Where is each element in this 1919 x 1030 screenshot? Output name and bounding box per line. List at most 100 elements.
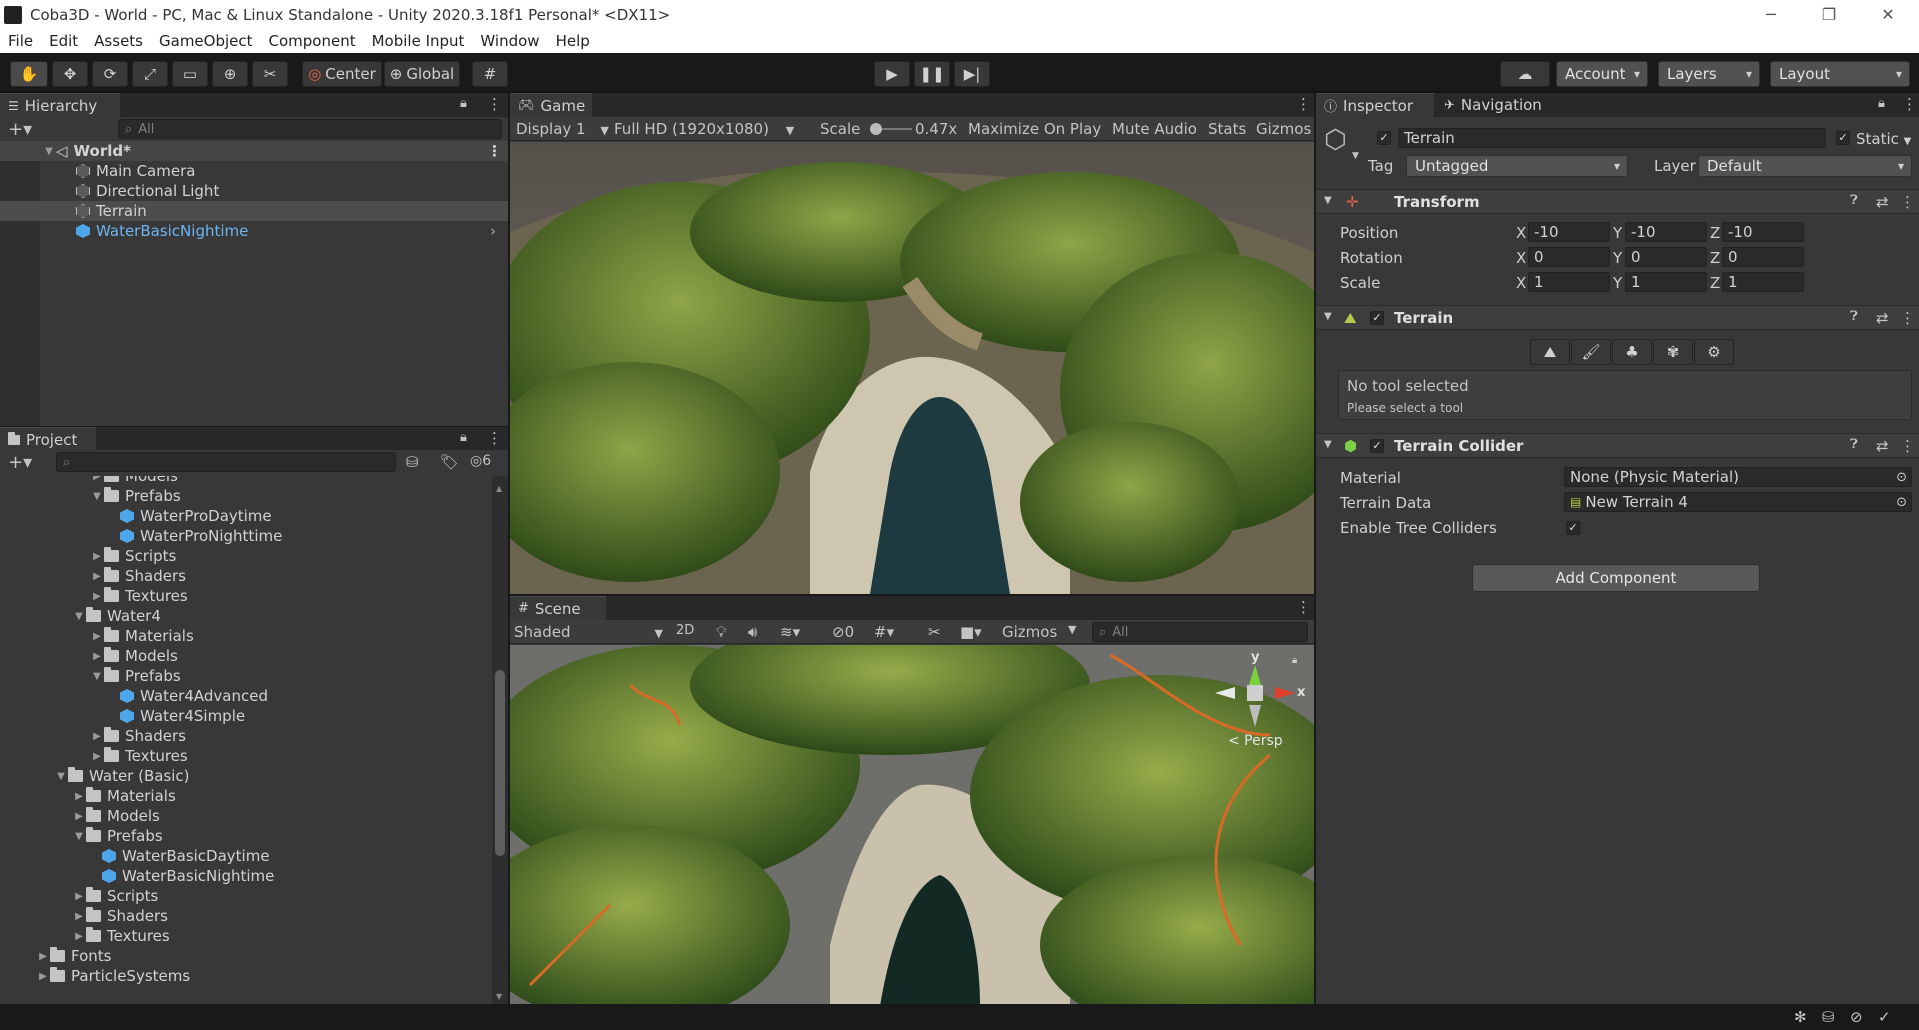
chevron-down-icon[interactable]: ▼ [1068, 623, 1076, 636]
hidden-packages-button[interactable]: ◎6 [470, 453, 491, 469]
project-item[interactable]: ▶ Materials [90, 626, 194, 646]
chevron-down-icon[interactable]: ▼ [1352, 151, 1359, 161]
object-picker-icon[interactable]: ⊙ [1896, 495, 1907, 510]
filter-type-icon[interactable]: ⛁ [406, 453, 419, 471]
tab-navigation[interactable]: ✈ Navigation [1436, 93, 1556, 117]
display-dropdown[interactable]: Display 1 ▼ [516, 120, 609, 138]
project-item[interactable]: Water4Advanced [120, 686, 268, 706]
project-item[interactable]: ▼ Water (Basic) [54, 766, 190, 786]
chevron-right-icon[interactable]: › [490, 222, 496, 240]
scale-y-field[interactable]: 1 [1625, 272, 1707, 292]
mute-audio-toggle[interactable]: Mute Audio [1112, 120, 1197, 138]
layer-dropdown[interactable]: Default [1698, 155, 1912, 177]
lock-icon[interactable]: 🔒︎ [460, 430, 467, 445]
rotation-y-field[interactable]: 0 [1625, 247, 1707, 267]
expanded-arrow-icon[interactable]: ▼ [90, 491, 104, 502]
axis-y-label[interactable]: Y [1613, 274, 1622, 292]
collapse-arrow-icon[interactable]: ▼ [1324, 195, 1332, 206]
project-item[interactable]: WaterBasicNightime [102, 866, 274, 886]
paint-details-icon[interactable]: ✾ [1653, 339, 1693, 365]
add-icon[interactable]: +▾ [8, 119, 32, 140]
active-checkbox[interactable]: ✓ [1377, 131, 1391, 145]
tag-dropdown[interactable]: Untagged [1406, 155, 1628, 177]
transform-tool-icon[interactable]: ⊕ [212, 61, 248, 87]
collapsed-arrow-icon[interactable]: ▶ [72, 791, 86, 802]
preset-icon[interactable]: ⇄ [1876, 437, 1889, 455]
step-button[interactable]: ▶| [954, 61, 990, 87]
collapse-arrow-icon[interactable]: ▼ [1324, 311, 1332, 322]
hierarchy-item-selected[interactable]: Terrain [0, 201, 508, 221]
rotation-z-field[interactable]: 0 [1722, 247, 1804, 267]
gizmos-dropdown[interactable]: Gizmos [1002, 623, 1057, 641]
hierarchy-item[interactable]: WaterBasicNightime › [76, 221, 508, 241]
static-label[interactable]: Static ▼ [1856, 130, 1911, 148]
slider-knob[interactable] [870, 123, 882, 135]
project-item[interactable]: ▼ Prefabs [90, 666, 181, 686]
collapsed-arrow-icon[interactable]: ▶ [36, 951, 50, 962]
axis-z-label[interactable]: Z [1710, 274, 1720, 292]
project-item[interactable]: Water4Simple [120, 706, 245, 726]
kebab-menu-icon[interactable]: ⋮ [487, 429, 502, 447]
kebab-menu-icon[interactable]: ⋮ [487, 142, 502, 160]
hierarchy-search-input[interactable]: ⌕ All [118, 119, 502, 139]
tab-hierarchy[interactable]: ☰ Hierarchy [0, 93, 120, 117]
hierarchy-item[interactable]: Directional Light [76, 181, 219, 201]
expanded-arrow-icon[interactable]: ▼ [54, 771, 68, 782]
project-item[interactable]: ▶ Shaders [90, 566, 186, 586]
menu-window[interactable]: Window [472, 32, 547, 50]
scrollbar-thumb[interactable] [495, 670, 505, 856]
enable-tree-colliders-checkbox[interactable]: ✓ [1566, 521, 1580, 535]
axis-x-label[interactable]: X [1516, 224, 1526, 242]
pause-button[interactable]: ❚❚ [914, 61, 950, 87]
project-item[interactable]: ▶ Scripts [90, 546, 176, 566]
project-item[interactable]: ▼ Prefabs [72, 826, 163, 846]
scene-row[interactable]: ▼ ◁ World* ⋮ [0, 141, 508, 161]
rotate-tool-icon[interactable]: ⟳ [92, 61, 128, 87]
position-y-field[interactable]: -10 [1625, 222, 1707, 242]
collapsed-arrow-icon[interactable]: ▶ [90, 751, 104, 762]
position-z-field[interactable]: -10 [1722, 222, 1804, 242]
kebab-menu-icon[interactable]: ⋮ [1902, 95, 1917, 113]
label-icon[interactable]: 🏷︎ [440, 453, 459, 471]
menu-file[interactable]: File [0, 32, 41, 50]
menu-component[interactable]: Component [261, 32, 364, 50]
cache-server-icon[interactable]: ⛁ [1822, 1008, 1835, 1026]
project-item[interactable]: ▶ Materials [72, 786, 176, 806]
expanded-arrow-icon[interactable]: ▼ [90, 671, 104, 682]
hidden-objects-button[interactable]: ⊘0 [832, 623, 854, 641]
terrain-component-header[interactable]: ▼ ⛰ ✓ Terrain ❓︎ ⇄ ⋮ [1316, 305, 1919, 330]
projection-toggle[interactable]: < Persp [1228, 733, 1283, 749]
project-search-input[interactable]: ⌕ [56, 452, 396, 472]
hand-tool-icon[interactable]: ✋ [10, 61, 48, 87]
collapsed-arrow-icon[interactable]: ▶ [90, 591, 104, 602]
expand-arrow-icon[interactable]: ▼ [42, 146, 56, 157]
2d-toggle[interactable]: 2D [676, 623, 694, 638]
object-picker-icon[interactable]: ⊙ [1896, 470, 1907, 485]
stats-toggle[interactable]: Stats [1208, 120, 1246, 138]
axis-y-label[interactable]: Y [1613, 249, 1622, 267]
menu-help[interactable]: Help [548, 32, 598, 50]
project-item[interactable]: ▶ ParticleSystems [36, 966, 190, 986]
maximize-button[interactable]: ❐ [1801, 0, 1857, 29]
scale-tool-icon[interactable]: ⤢ [132, 61, 168, 87]
expanded-arrow-icon[interactable]: ▼ [72, 611, 86, 622]
tab-game[interactable]: 🎮︎ Game [510, 93, 592, 117]
project-item[interactable]: WaterProDaytime [120, 506, 272, 526]
preset-icon[interactable]: ⇄ [1876, 309, 1889, 327]
layers-dropdown[interactable]: Layers [1658, 61, 1760, 87]
terrain-enabled-checkbox[interactable]: ✓ [1370, 311, 1384, 325]
custom-tool-icon[interactable]: ✂ [252, 61, 288, 87]
terrain-data-object-field[interactable]: ▤ New Terrain 4 ⊙ [1564, 492, 1912, 512]
project-item[interactable]: ▶ Textures [90, 586, 188, 606]
object-name-input[interactable]: Terrain [1398, 128, 1826, 148]
scroll-up-icon[interactable]: ▲ [496, 484, 502, 493]
project-item[interactable]: ▶ Textures [72, 926, 170, 946]
project-item[interactable]: ▼ Prefabs [90, 486, 181, 506]
pivot-center-button[interactable]: ◎ Center [302, 61, 382, 87]
collider-enabled-checkbox[interactable]: ✓ [1370, 439, 1384, 453]
tab-inspector[interactable]: ⓘ Inspector [1316, 93, 1434, 117]
tab-scene[interactable]: # Scene [510, 596, 606, 620]
axis-z-label[interactable]: Z [1710, 249, 1720, 267]
project-scrollbar[interactable]: ▲ ▼ [492, 476, 508, 1004]
maximize-on-play-toggle[interactable]: Maximize On Play [968, 120, 1101, 138]
